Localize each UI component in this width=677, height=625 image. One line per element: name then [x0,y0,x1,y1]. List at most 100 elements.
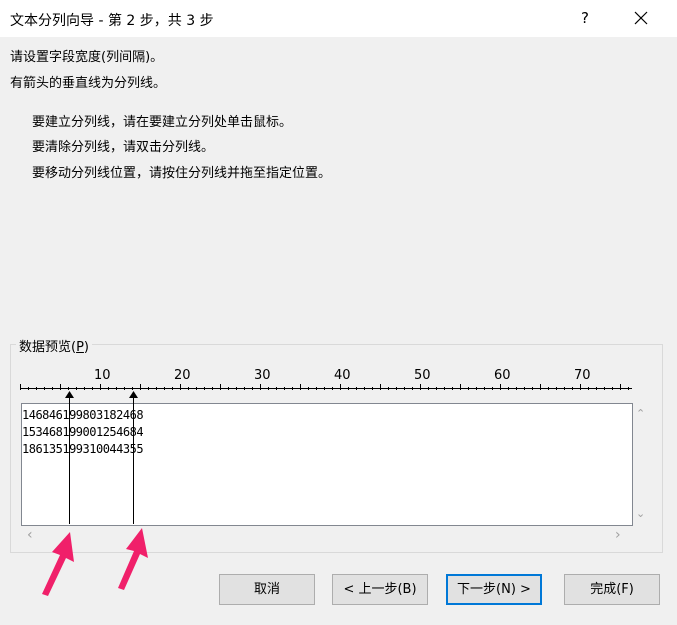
scroll-right-icon[interactable]: › [615,527,621,543]
ruler-tick [612,387,613,390]
ruler-label: 60 [494,368,511,383]
ruler-tick [460,384,461,390]
scroll-left-icon[interactable]: ‹ [27,527,33,543]
callout-arrow-icon [42,532,74,596]
ruler-tick [268,387,269,390]
ruler-tick [52,387,53,390]
ruler-tick [388,387,389,390]
ruler-tick [596,387,597,390]
ruler-tick [276,387,277,390]
ruler-tick [172,387,173,390]
ruler-tick [316,387,317,390]
ruler-label: 20 [174,368,191,383]
ruler-tick [132,387,133,390]
ruler-tick [628,387,629,390]
ruler-tick [156,387,157,390]
vertical-scrollbar[interactable]: ⌃ ⌄ [632,403,650,524]
ruler-label: 70 [574,368,591,383]
ruler-tick [44,387,45,390]
ruler-tick [36,387,37,390]
scroll-down-icon[interactable]: ⌄ [636,507,645,520]
ruler-tick [380,384,381,390]
ruler-tick [20,384,21,390]
ruler-tick [524,387,525,390]
ruler-tick [564,387,565,390]
ruler-tick [348,387,349,390]
finish-button[interactable]: 完成(F) [564,574,660,605]
ruler-tick [284,387,285,390]
ruler-tick [436,387,437,390]
ruler-label: 30 [254,368,271,383]
ruler-tick [60,384,61,390]
ruler-tick [76,387,77,390]
ruler-tick [572,387,573,390]
ruler-tick [604,387,605,390]
back-button[interactable]: < 上一步(B) [332,574,428,605]
column-break-line-1[interactable] [69,396,70,524]
ruler-tick [260,384,261,390]
ruler-tick [28,387,29,390]
close-button[interactable] [626,4,656,32]
ruler-tick [148,387,149,390]
ruler-tick [484,387,485,390]
ruler-tick [532,387,533,390]
ruler-tick [324,387,325,390]
ruler-tick [372,387,373,390]
close-icon [634,11,648,25]
ruler-tick [516,387,517,390]
ruler-tick [300,384,301,390]
ruler-tick [228,387,229,390]
ruler-tick [204,387,205,390]
ruler-tick [404,387,405,390]
ruler-tick [340,384,341,390]
preview-row: 186135199310044355 [22,442,144,456]
ruler-tick [180,384,181,390]
ruler-tick [196,387,197,390]
data-preview-area[interactable]: 146846199803182468 153468199001254684 1861… [21,403,633,526]
ruler-tick [444,387,445,390]
ruler-tick [396,387,397,390]
ruler-tick [556,387,557,390]
ruler-label: 40 [334,368,351,383]
ruler-label: 50 [414,368,431,383]
ruler-tick [412,387,413,390]
ruler-tick [84,387,85,390]
title-bar: 文本分列向导 - 第 2 步，共 3 步 ? [0,0,677,37]
ruler-tick [332,387,333,390]
ruler-tick [468,387,469,390]
ruler-tick [140,384,141,390]
callout-arrow-icon [118,528,148,590]
ruler-tick [92,387,93,390]
column-break-arrow-icon [129,391,138,398]
ruler-tick [100,384,101,390]
column-ruler[interactable]: 10 20 30 40 50 60 70 [20,368,632,390]
scroll-up-icon[interactable]: ⌃ [636,407,645,420]
column-break-line-2[interactable] [133,396,134,524]
next-button[interactable]: 下一步(N) > [446,574,542,605]
ruler-tick [508,387,509,390]
ruler-tick [588,387,589,390]
preview-row: 146846199803182468 [22,408,144,422]
ruler-tick [476,387,477,390]
ruler-tick [292,387,293,390]
instruction-line-4: 要清除分列线，请双击分列线。 [32,140,215,155]
ruler-tick [308,387,309,390]
ruler-tick [116,387,117,390]
ruler-tick [68,387,69,390]
ruler-tick [364,387,365,390]
ruler-tick [452,387,453,390]
column-break-arrow-icon [65,391,74,398]
ruler-tick [252,387,253,390]
ruler-tick [236,387,237,390]
preview-row: 153468199001254684 [22,425,144,439]
cancel-button[interactable]: 取消 [219,574,315,605]
ruler-tick [356,387,357,390]
data-preview-label: 数据预览(P) [16,336,92,355]
help-button[interactable]: ? [570,4,600,32]
ruler-label: 10 [94,368,111,383]
ruler-tick [420,384,421,390]
ruler-tick [188,387,189,390]
ruler-tick [500,384,501,390]
ruler-tick [580,384,581,390]
instruction-line-3: 要建立分列线，请在要建立分列处单击鼠标。 [32,115,293,130]
